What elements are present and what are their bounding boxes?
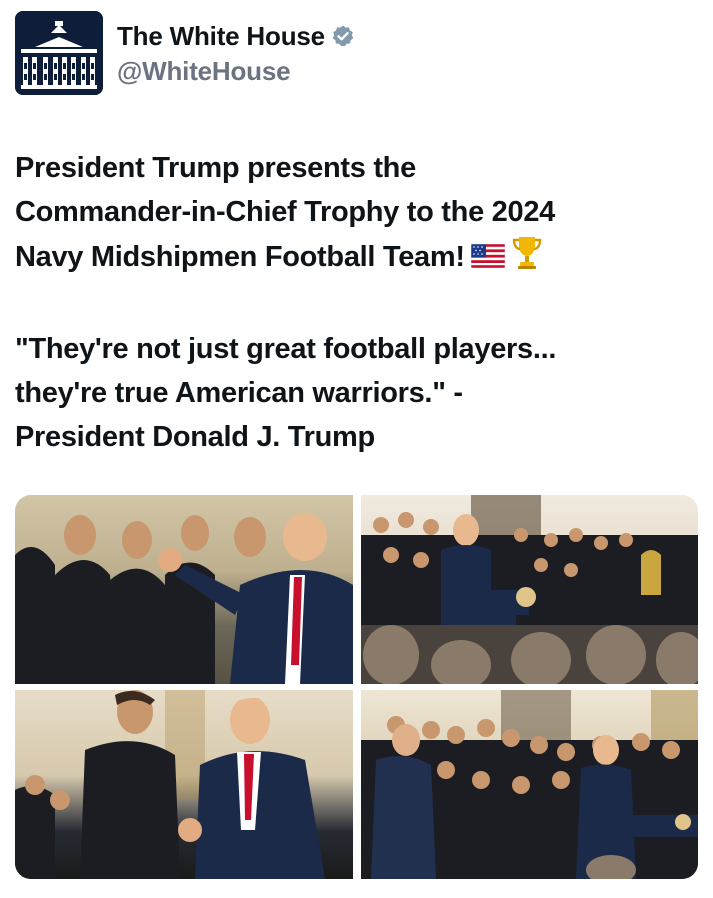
photo-team-applause[interactable]: [361, 690, 698, 879]
account-names: The White House @WhiteHouse: [117, 19, 355, 87]
display-name-row[interactable]: The White House: [117, 19, 355, 53]
photo-podium-speech[interactable]: [361, 495, 698, 684]
white-house-building-icon: [15, 11, 103, 95]
tweet-line: Commander-in-Chief Trophy to the 2024: [15, 196, 555, 228]
handle[interactable]: @WhiteHouse: [117, 56, 355, 87]
display-name[interactable]: The White House: [117, 21, 325, 52]
tweet-header: The White House @WhiteHouse: [15, 11, 695, 97]
trophy-emoji: [511, 234, 543, 283]
photo-handshake[interactable]: [15, 690, 353, 879]
media-grid: [15, 495, 698, 879]
tweet-line-with-emoji: Navy Midshipmen Football Team!: [15, 234, 699, 283]
us-flag-emoji: [470, 237, 506, 281]
tweet-line-text: Navy Midshipmen Football Team!: [15, 241, 465, 274]
photo-fist-pump[interactable]: [15, 495, 353, 684]
tweet-line: President Trump presents the: [15, 152, 416, 184]
avatar[interactable]: [15, 11, 103, 95]
tweet-line: they're true American warriors." -: [15, 377, 463, 409]
tweet-line: "They're not just great football players…: [15, 333, 557, 365]
verified-badge-icon[interactable]: [331, 24, 355, 48]
tweet-text: President Trump presents the Commander-i…: [15, 146, 699, 459]
tweet-line: President Donald J. Trump: [15, 421, 375, 453]
